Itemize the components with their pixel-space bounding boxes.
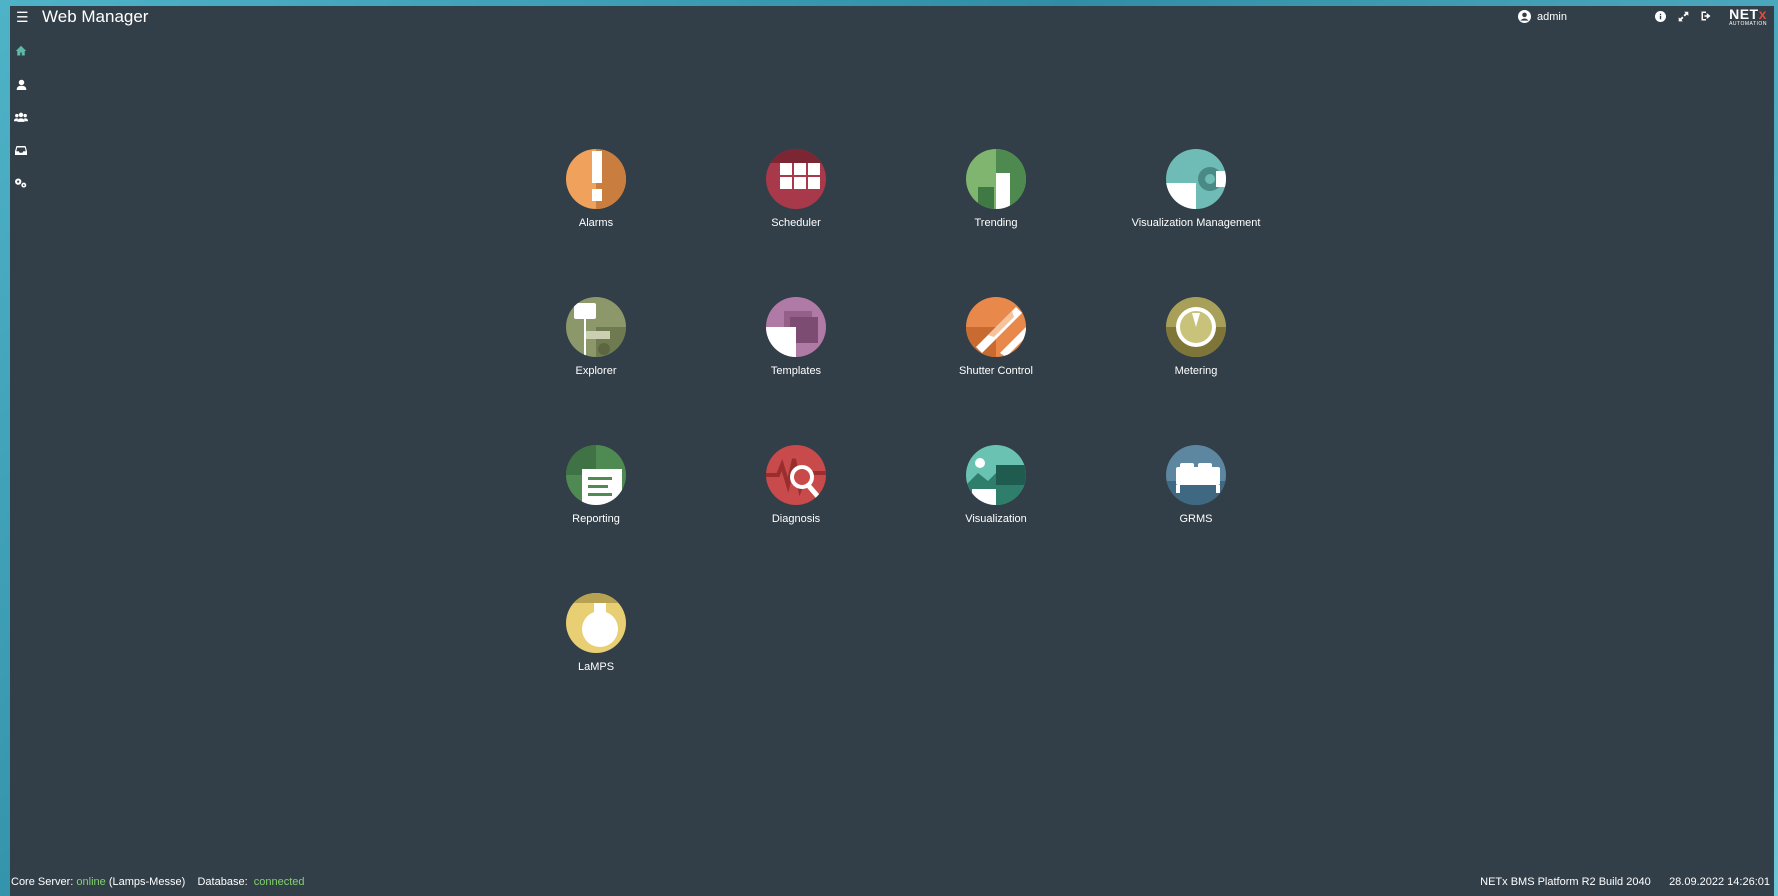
tile-alarms[interactable]: Alarms bbox=[501, 149, 691, 259]
shutter-control-icon bbox=[966, 297, 1026, 357]
alarms-icon bbox=[566, 149, 626, 209]
sidebar bbox=[10, 40, 32, 205]
tile-reporting[interactable]: Reporting bbox=[501, 445, 691, 555]
tile-label: Diagnosis bbox=[771, 513, 821, 525]
user-icon bbox=[16, 79, 26, 90]
tile-diagnosis[interactable]: Diagnosis bbox=[701, 445, 891, 555]
status-bar: Core Server: online (Lamps-Messe) Databa… bbox=[10, 874, 1774, 892]
grms-icon bbox=[1166, 445, 1226, 505]
tile-templates[interactable]: Templates bbox=[701, 297, 891, 407]
home-icon bbox=[15, 45, 27, 56]
tile-label: GRMS bbox=[1179, 513, 1213, 525]
metering-icon bbox=[1166, 297, 1226, 357]
core-server-state: online bbox=[76, 876, 106, 888]
visualization-management-icon bbox=[1166, 149, 1226, 209]
sidebar-item-inbox[interactable] bbox=[10, 139, 32, 161]
tile-label: Explorer bbox=[575, 365, 617, 377]
tile-scheduler[interactable]: Scheduler bbox=[701, 149, 891, 259]
diagnosis-icon bbox=[766, 445, 826, 505]
tile-label: Templates bbox=[770, 365, 822, 377]
visualization-icon bbox=[966, 445, 1026, 505]
tile-label: Reporting bbox=[572, 513, 620, 525]
tile-label: Shutter Control bbox=[959, 365, 1033, 377]
scheduler-icon bbox=[766, 149, 826, 209]
datetime: 28.09.2022 14:26:01 bbox=[1669, 876, 1770, 888]
logout-icon[interactable] bbox=[1699, 9, 1713, 23]
inbox-icon bbox=[15, 145, 27, 155]
tile-label: Trending bbox=[974, 217, 1018, 229]
sidebar-item-home[interactable] bbox=[10, 40, 32, 62]
tile-label: Visualization bbox=[965, 513, 1027, 525]
sidebar-item-user[interactable] bbox=[10, 73, 32, 95]
netx-logo: NETx AUTOMATION bbox=[1729, 6, 1767, 27]
tile-grms[interactable]: GRMS bbox=[1101, 445, 1291, 555]
user-name: admin bbox=[1537, 10, 1567, 23]
user-circle-icon bbox=[1518, 10, 1531, 23]
app-title: Web Manager bbox=[42, 7, 149, 26]
sidebar-item-users[interactable] bbox=[10, 106, 32, 128]
core-server-host: (Lamps-Messe) bbox=[108, 876, 186, 888]
trending-icon bbox=[966, 149, 1026, 209]
lamps-icon bbox=[566, 593, 626, 653]
database-label: Database: bbox=[197, 876, 248, 888]
explorer-icon bbox=[566, 297, 626, 357]
sidebar-item-settings[interactable] bbox=[10, 172, 32, 194]
tile-visualization-management[interactable]: Visualization Management bbox=[1101, 149, 1291, 259]
tile-label: Scheduler bbox=[771, 217, 821, 229]
database-state: connected bbox=[253, 876, 305, 888]
tile-explorer[interactable]: Explorer bbox=[501, 297, 691, 407]
fullscreen-icon[interactable] bbox=[1676, 9, 1690, 23]
tile-metering[interactable]: Metering bbox=[1101, 297, 1291, 407]
tile-label: Visualization Management bbox=[1131, 217, 1261, 229]
tile-lamps[interactable]: LaMPS bbox=[501, 593, 691, 703]
tile-shutter-control[interactable]: Shutter Control bbox=[901, 297, 1091, 407]
top-bar: ☰ Web Manager admin NETx AUTOMATION bbox=[10, 6, 1774, 32]
tile-label: Alarms bbox=[578, 217, 614, 229]
app-window: ☰ Web Manager admin NETx AUTOMATION Alar… bbox=[10, 6, 1774, 896]
users-icon bbox=[14, 112, 28, 122]
core-server-label: Core Server: bbox=[11, 876, 74, 888]
build-info: NETx BMS Platform R2 Build 2040 bbox=[1480, 876, 1651, 888]
hamburger-icon[interactable]: ☰ bbox=[16, 9, 29, 26]
templates-icon bbox=[766, 297, 826, 357]
gears-icon bbox=[15, 178, 27, 188]
user-menu[interactable]: admin bbox=[1518, 10, 1567, 23]
tile-label: Metering bbox=[1174, 365, 1218, 377]
tile-visualization[interactable]: Visualization bbox=[901, 445, 1091, 555]
tile-trending[interactable]: Trending bbox=[901, 149, 1091, 259]
tile-label: LaMPS bbox=[577, 661, 615, 673]
reporting-icon bbox=[566, 445, 626, 505]
info-icon[interactable] bbox=[1653, 9, 1667, 23]
